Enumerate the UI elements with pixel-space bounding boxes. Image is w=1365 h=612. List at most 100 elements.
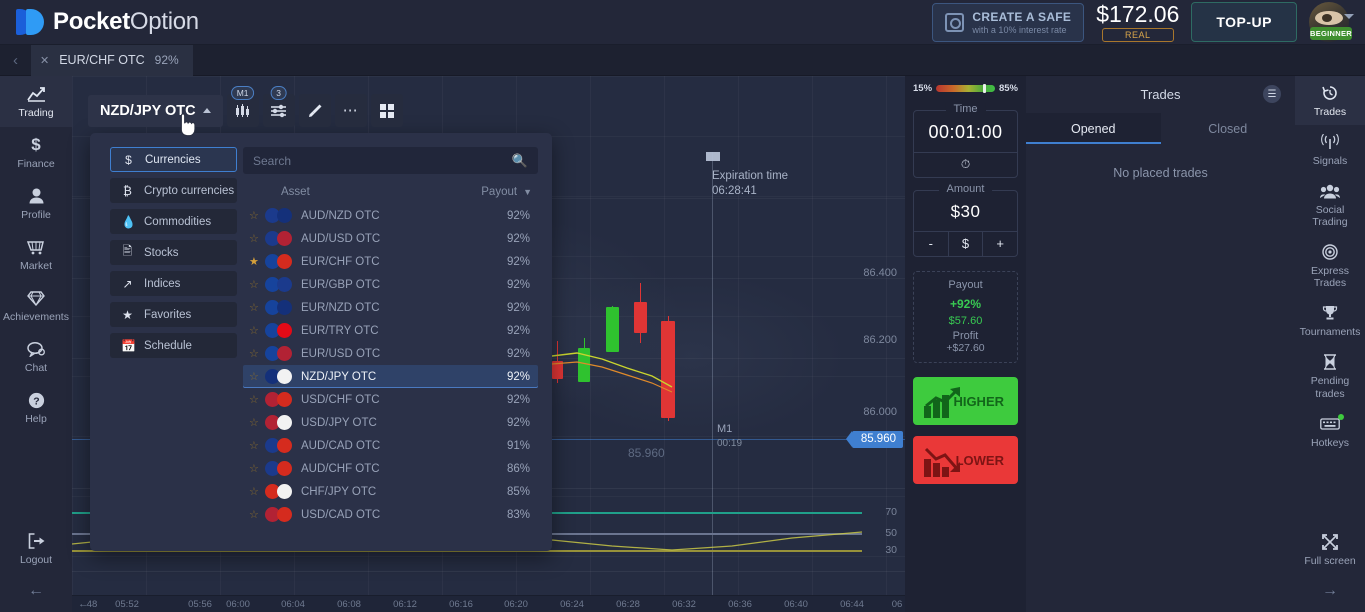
top-bar-actions: CREATE A SAFE with a 10% interest rate $… (932, 2, 1354, 42)
close-icon[interactable]: ✕ (40, 54, 49, 67)
brand-logo[interactable]: PocketOption (16, 8, 199, 36)
category-crypto-currencies[interactable]: ₿ Crypto currencies (110, 178, 237, 203)
asset-selector-button[interactable]: NZD/JPY OTC (88, 94, 223, 127)
currency-pair-flags-icon (265, 323, 293, 338)
asset-row[interactable]: ★ EUR/CHF OTC 92% (243, 250, 538, 273)
sidebar-item-logout[interactable]: Logout (0, 523, 72, 574)
hourglass-icon (1323, 353, 1337, 371)
user-menu[interactable]: BEGINNER (1309, 2, 1354, 42)
more-options-button[interactable]: ⋯ (334, 94, 367, 127)
right-sidebar-item-trades[interactable]: Trades (1295, 76, 1365, 126)
time-field[interactable]: Time 00:01:00 ⏱ (913, 103, 1018, 178)
asset-row-name: AUD/CAD OTC (301, 439, 381, 452)
sidebar-item-trading[interactable]: Trading (0, 76, 72, 128)
time-tick: 06:00 (226, 599, 250, 610)
right-sidebar-item-hotkeys[interactable]: Hotkeys (1295, 407, 1365, 456)
asset-row[interactable]: ☆ EUR/GBP OTC 92% (243, 273, 538, 296)
currency-button[interactable]: $ (947, 232, 983, 256)
asset-row[interactable]: ☆ NZD/JPY OTC 92% (243, 365, 538, 388)
category-indices[interactable]: ↗ Indices (110, 271, 237, 296)
asset-row[interactable]: ☆ USD/CAD OTC 83% (243, 503, 538, 526)
favorite-star-icon[interactable]: ☆ (249, 301, 265, 314)
balance-display[interactable]: $172.06 REAL (1096, 2, 1179, 42)
time-value[interactable]: 00:01:00 (914, 111, 1017, 152)
full-screen-button[interactable]: Full screen (1295, 525, 1365, 574)
list-menu-icon[interactable]: ☰ (1263, 85, 1281, 103)
amount-value[interactable]: $30 (914, 191, 1017, 231)
clock-icon[interactable]: ⏱ (914, 153, 1017, 177)
profit-amount: +$27.60 (946, 342, 985, 354)
amount-legend: Amount (938, 183, 993, 195)
higher-button[interactable]: HIGHER (913, 377, 1018, 425)
asset-row[interactable]: ☆ AUD/CHF OTC 86% (243, 457, 538, 480)
sidebar-item-achievements[interactable]: Achievements (0, 280, 72, 331)
search-input[interactable] (253, 153, 512, 168)
tab-opened[interactable]: Opened (1026, 113, 1161, 144)
category-commodities[interactable]: 💧 Commodities (110, 209, 237, 234)
column-payout[interactable]: Payout ▼ (481, 186, 532, 198)
search-icon[interactable]: 🔍 (512, 153, 528, 169)
favorite-star-icon[interactable]: ☆ (249, 439, 265, 452)
favorite-star-icon[interactable]: ★ (249, 255, 265, 268)
favorite-star-icon[interactable]: ☆ (249, 324, 265, 337)
diamond-icon (27, 289, 45, 307)
star-icon: ★ (122, 307, 133, 322)
asset-row-name: NZD/JPY OTC (301, 370, 377, 383)
amount-increase-button[interactable]: + (982, 232, 1017, 256)
favorite-star-icon[interactable]: ☆ (249, 370, 265, 383)
right-sidebar-item-social-trading[interactable]: Social Trading (1295, 174, 1365, 235)
search-bar[interactable]: 🔍 (243, 147, 538, 174)
currency-pair-flags-icon (265, 231, 293, 246)
asset-list-column: 🔍 Asset Payout▼ ☆ AUD/NZD OTC 92% ☆ AUD/USD … (237, 147, 552, 551)
tab-closed[interactable]: Closed (1161, 113, 1296, 144)
asset-row[interactable]: ☆ CHF/JPY OTC 85% (243, 480, 538, 503)
asset-row[interactable]: ☆ AUD/NZD OTC 92% (243, 204, 538, 227)
top-up-button[interactable]: TOP-UP (1191, 2, 1297, 42)
layout-button[interactable] (370, 94, 403, 127)
chart-type-button[interactable]: M1 (226, 86, 259, 127)
right-sidebar-item-tournaments[interactable]: Tournaments (1295, 296, 1365, 345)
arrow-left-icon[interactable]: ← (28, 574, 44, 612)
favorite-star-icon[interactable]: ☆ (249, 232, 265, 245)
indicators-button[interactable]: 3 (262, 86, 295, 127)
favorite-star-icon[interactable]: ☆ (249, 209, 265, 222)
favorite-star-icon[interactable]: ☆ (249, 347, 265, 360)
sidebar-item-finance[interactable]: $ Finance (0, 127, 72, 178)
drawing-tools-button[interactable] (298, 94, 331, 127)
time-tick: 05:56 (188, 599, 212, 610)
category-favorites[interactable]: ★ Favorites (110, 302, 237, 327)
lower-button[interactable]: LOWER (913, 436, 1018, 484)
asset-row[interactable]: ☆ EUR/TRY OTC 92% (243, 319, 538, 342)
right-sidebar-item-pending-trades[interactable]: Pending trades (1295, 345, 1365, 406)
sidebar-item-chat[interactable]: Chat (0, 331, 72, 382)
create-safe-button[interactable]: CREATE A SAFE with a 10% interest rate (932, 2, 1085, 42)
right-sidebar-item-express-trades[interactable]: Express Trades (1295, 235, 1365, 296)
category-schedule[interactable]: 📅 Schedule (110, 333, 237, 358)
favorite-star-icon[interactable]: ☆ (249, 416, 265, 429)
amount-field[interactable]: Amount $30 - $ + (913, 183, 1018, 257)
asset-tab[interactable]: ✕ EUR/CHF OTC 92% (31, 44, 193, 76)
amount-decrease-button[interactable]: - (914, 232, 948, 256)
favorite-star-icon[interactable]: ☆ (249, 278, 265, 291)
category-label: Commodities (144, 215, 212, 228)
favorite-star-icon[interactable]: ☆ (249, 485, 265, 498)
chevron-left-icon[interactable]: ‹ (0, 52, 31, 69)
sidebar-item-help[interactable]: ? Help (0, 382, 72, 433)
asset-row[interactable]: ☆ USD/CHF OTC 92% (243, 388, 538, 411)
favorite-star-icon[interactable]: ☆ (249, 508, 265, 521)
sidebar-item-market[interactable]: Market (0, 229, 72, 280)
category-currencies[interactable]: $ Currencies (110, 147, 237, 172)
sidebar-item-profile[interactable]: Profile (0, 178, 72, 229)
right-sidebar-item-signals[interactable]: Signals (1295, 125, 1365, 174)
favorite-star-icon[interactable]: ☆ (249, 462, 265, 475)
asset-row[interactable]: ☆ AUD/USD OTC 92% (243, 227, 538, 250)
keyboard-icon (1320, 413, 1344, 433)
asset-row[interactable]: ☆ EUR/USD OTC 92% (243, 342, 538, 365)
asset-row[interactable]: ☆ AUD/CAD OTC 91% (243, 434, 538, 457)
asset-row[interactable]: ☆ USD/JPY OTC 92% (243, 411, 538, 434)
asset-row[interactable]: ☆ EUR/NZD OTC 92% (243, 296, 538, 319)
trades-title: Trades (1140, 87, 1181, 102)
favorite-star-icon[interactable]: ☆ (249, 393, 265, 406)
arrow-right-icon[interactable]: → (1322, 574, 1338, 612)
category-stocks[interactable]: 🖹 Stocks (110, 240, 237, 265)
